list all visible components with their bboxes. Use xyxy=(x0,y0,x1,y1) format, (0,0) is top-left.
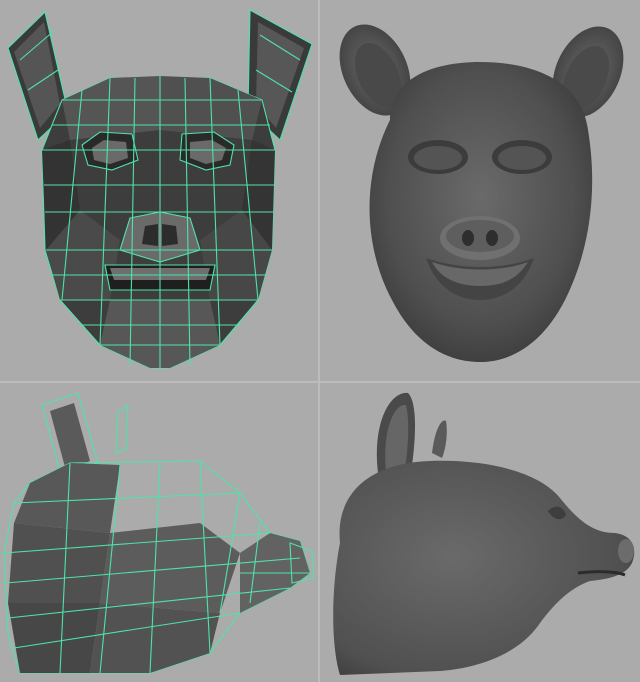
viewport-divider-horizontal[interactable] xyxy=(0,381,640,383)
pig-head-side-smooth xyxy=(333,392,635,675)
pig-head-side-lowpoly xyxy=(3,392,315,674)
viewport-grid xyxy=(0,0,640,682)
pig-head-front-lowpoly xyxy=(7,9,313,369)
viewport-front-wireframe[interactable] xyxy=(0,0,318,381)
viewport-front-smooth[interactable] xyxy=(320,0,640,381)
viewport-divider-vertical[interactable] xyxy=(318,0,320,682)
viewport-side-smooth[interactable] xyxy=(320,383,640,682)
pig-head-front-smooth xyxy=(339,24,624,362)
viewport-side-wireframe[interactable] xyxy=(0,383,318,682)
